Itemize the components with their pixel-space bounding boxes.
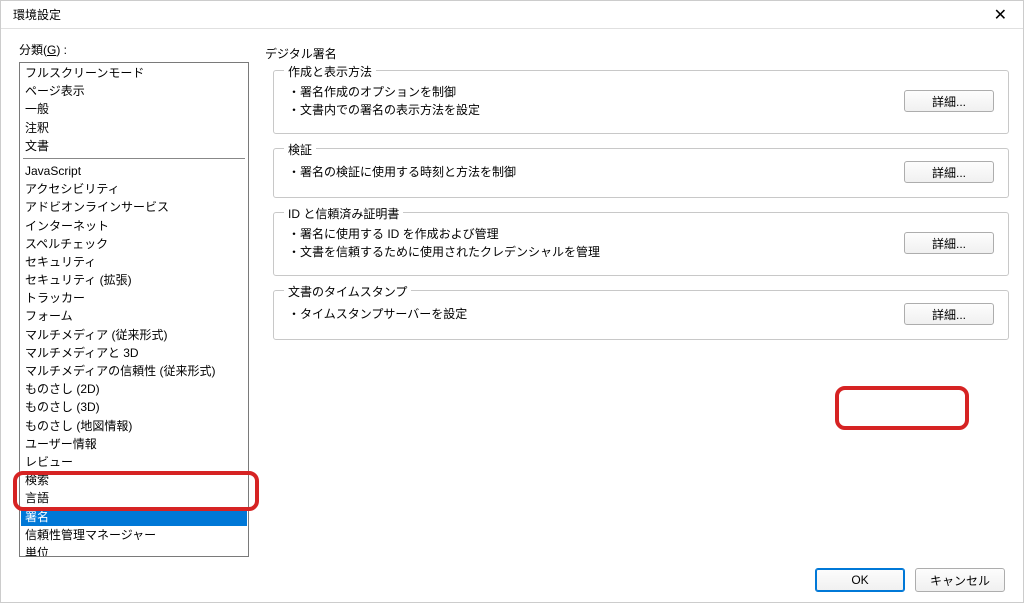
- list-item[interactable]: レビュー: [21, 453, 247, 471]
- group-body: 署名に使用する ID を作成および管理文書を信頼するために使用されたクレデンシャ…: [288, 225, 994, 261]
- list-item[interactable]: セキュリティ: [21, 253, 247, 271]
- group-legend: 作成と表示方法: [284, 63, 376, 80]
- list-item[interactable]: マルチメディアの信頼性 (従来形式): [21, 362, 247, 380]
- list-item[interactable]: ものさし (2D): [21, 380, 247, 398]
- group-bullets: 署名作成のオプションを制御文書内での署名の表示方法を設定: [288, 83, 480, 119]
- detail-button[interactable]: 詳細...: [904, 303, 994, 325]
- group-body: 署名の検証に使用する時刻と方法を制御 詳細...: [288, 161, 994, 183]
- panel-title: デジタル署名: [265, 45, 1009, 62]
- settings-group: 作成と表示方法署名作成のオプションを制御文書内での署名の表示方法を設定詳細...: [273, 70, 1009, 134]
- category-label: 分類(G) :: [19, 41, 249, 58]
- titlebar: 環境設定 ✕: [1, 1, 1023, 29]
- list-item[interactable]: JavaScript: [21, 162, 247, 180]
- list-item[interactable]: ページ表示: [21, 82, 247, 100]
- list-item[interactable]: トラッカー: [21, 289, 247, 307]
- list-item[interactable]: 単位: [21, 544, 247, 557]
- list-item[interactable]: 検索: [21, 471, 247, 489]
- close-icon[interactable]: ✕: [986, 3, 1015, 27]
- bullet-line: 文書内での署名の表示方法を設定: [288, 101, 480, 119]
- settings-panel: デジタル署名 作成と表示方法署名作成のオプションを制御文書内での署名の表示方法を…: [265, 41, 1009, 559]
- list-item[interactable]: 一般: [21, 100, 247, 118]
- list-item[interactable]: インターネット: [21, 217, 247, 235]
- category-label-suffix: ) :: [56, 43, 67, 57]
- group-legend: 文書のタイムスタンプ: [284, 283, 411, 300]
- bullet-line: 署名に使用する ID を作成および管理: [288, 225, 600, 243]
- list-item[interactable]: セキュリティ (拡張): [21, 271, 247, 289]
- group-body: タイムスタンプサーバーを設定 詳細...: [288, 303, 994, 325]
- sidebar: 分類(G) : フルスクリーンモードページ表示一般注釈文書JavaScriptア…: [19, 41, 249, 559]
- list-item[interactable]: 注釈: [21, 119, 247, 137]
- category-listbox[interactable]: フルスクリーンモードページ表示一般注釈文書 JavaScriptアクセシビリティア…: [19, 62, 249, 557]
- ok-button[interactable]: OK: [815, 568, 905, 592]
- list-item[interactable]: 文書: [21, 137, 247, 155]
- category-label-prefix: 分類(: [19, 43, 47, 57]
- list-item[interactable]: マルチメディアと 3D: [21, 344, 247, 362]
- group-legend: ID と信頼済み証明書: [284, 205, 403, 222]
- list-item[interactable]: アドビオンラインサービス: [21, 198, 247, 216]
- category-label-key: G: [47, 43, 56, 57]
- list-item[interactable]: 信頼性管理マネージャー: [21, 526, 247, 544]
- bullet-line: 署名の検証に使用する時刻と方法を制御: [288, 163, 516, 181]
- window-title: 環境設定: [13, 6, 61, 23]
- list-item[interactable]: ものさし (地図情報): [21, 417, 247, 435]
- list-separator: [23, 158, 245, 159]
- group-body: 署名作成のオプションを制御文書内での署名の表示方法を設定 詳細...: [288, 83, 994, 119]
- group-bullets: タイムスタンプサーバーを設定: [288, 305, 467, 323]
- list-item[interactable]: フォーム: [21, 307, 247, 325]
- bullet-line: 文書を信頼するために使用されたクレデンシャルを管理: [288, 243, 600, 261]
- dialog-content: 分類(G) : フルスクリーンモードページ表示一般注釈文書JavaScriptア…: [1, 29, 1023, 559]
- settings-group: 文書のタイムスタンプタイムスタンプサーバーを設定詳細...: [273, 290, 1009, 340]
- detail-button[interactable]: 詳細...: [904, 90, 994, 112]
- bullet-line: タイムスタンプサーバーを設定: [288, 305, 467, 323]
- group-legend: 検証: [284, 141, 316, 158]
- bullet-line: 署名作成のオプションを制御: [288, 83, 480, 101]
- dialog-footer: OK キャンセル: [815, 568, 1005, 592]
- list-item[interactable]: スペルチェック: [21, 235, 247, 253]
- list-item[interactable]: マルチメディア (従来形式): [21, 326, 247, 344]
- detail-button[interactable]: 詳細...: [904, 161, 994, 183]
- settings-group: ID と信頼済み証明書署名に使用する ID を作成および管理文書を信頼するために…: [273, 212, 1009, 276]
- list-item[interactable]: 署名: [21, 508, 247, 526]
- list-item[interactable]: フルスクリーンモード: [21, 64, 247, 82]
- cancel-button[interactable]: キャンセル: [915, 568, 1005, 592]
- detail-button[interactable]: 詳細...: [904, 232, 994, 254]
- list-item[interactable]: ものさし (3D): [21, 398, 247, 416]
- group-bullets: 署名の検証に使用する時刻と方法を制御: [288, 163, 516, 181]
- list-item[interactable]: ユーザー情報: [21, 435, 247, 453]
- list-item[interactable]: 言語: [21, 489, 247, 507]
- settings-group: 検証署名の検証に使用する時刻と方法を制御詳細...: [273, 148, 1009, 198]
- list-item[interactable]: アクセシビリティ: [21, 180, 247, 198]
- group-bullets: 署名に使用する ID を作成および管理文書を信頼するために使用されたクレデンシャ…: [288, 225, 600, 261]
